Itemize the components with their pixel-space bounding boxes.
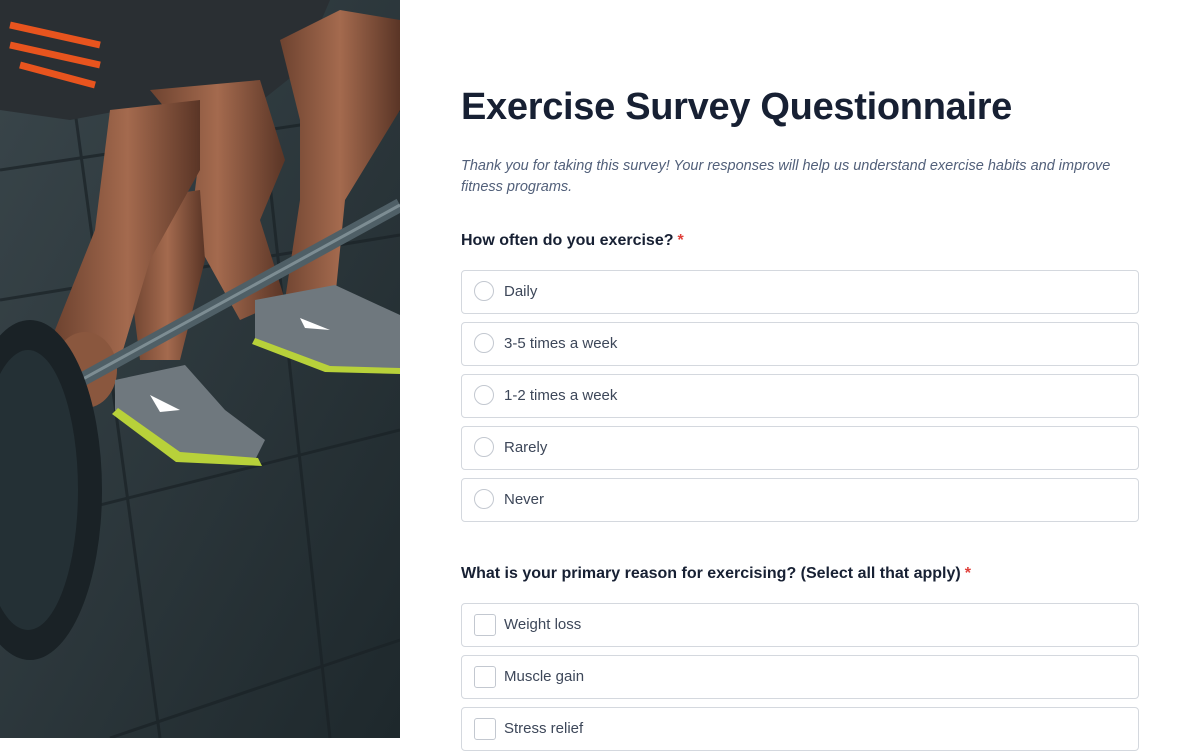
page-title: Exercise Survey Questionnaire <box>461 86 1013 128</box>
radio-button[interactable] <box>474 385 494 405</box>
survey-form: Exercise Survey Questionnaire Thank you … <box>461 0 1139 751</box>
survey-intro: Thank you for taking this survey! Your r… <box>461 158 1111 195</box>
question-2-label: What is your primary reason for exercisi… <box>461 565 971 583</box>
radio-button[interactable] <box>474 333 494 353</box>
radio-button[interactable] <box>474 437 494 457</box>
option-weight-loss[interactable]: Weight loss <box>461 603 1139 647</box>
option-1-2-times-a-week[interactable]: 1-2 times a week <box>461 374 1139 418</box>
question-2-text: What is your primary reason for exercisi… <box>461 565 961 582</box>
option-label: Weight loss <box>504 616 582 633</box>
option-daily[interactable]: Daily <box>461 270 1139 314</box>
option-rarely[interactable]: Rarely <box>461 426 1139 470</box>
option-muscle-gain[interactable]: Muscle gain <box>461 655 1139 699</box>
option-label: Daily <box>504 283 538 300</box>
checkbox[interactable] <box>474 666 496 688</box>
option-stress-relief[interactable]: Stress relief <box>461 707 1139 751</box>
option-label: Stress relief <box>504 720 584 737</box>
hero-photo <box>0 0 400 738</box>
question-1-text: How often do you exercise? <box>461 232 674 249</box>
option-never[interactable]: Never <box>461 478 1139 522</box>
radio-button[interactable] <box>474 281 494 301</box>
option-3-5-times-a-week[interactable]: 3-5 times a week <box>461 322 1139 366</box>
option-label: Never <box>504 491 545 508</box>
radio-button[interactable] <box>474 489 494 509</box>
checkbox[interactable] <box>474 614 496 636</box>
question-1-label: How often do you exercise? * <box>461 232 684 250</box>
option-label: 3-5 times a week <box>504 335 618 352</box>
option-label: Muscle gain <box>504 668 585 685</box>
weightlifter-photo-icon <box>0 0 400 738</box>
checkbox[interactable] <box>474 718 496 740</box>
required-mark: * <box>677 232 684 249</box>
required-mark: * <box>964 565 971 582</box>
option-label: Rarely <box>504 439 548 456</box>
option-label: 1-2 times a week <box>504 387 618 404</box>
